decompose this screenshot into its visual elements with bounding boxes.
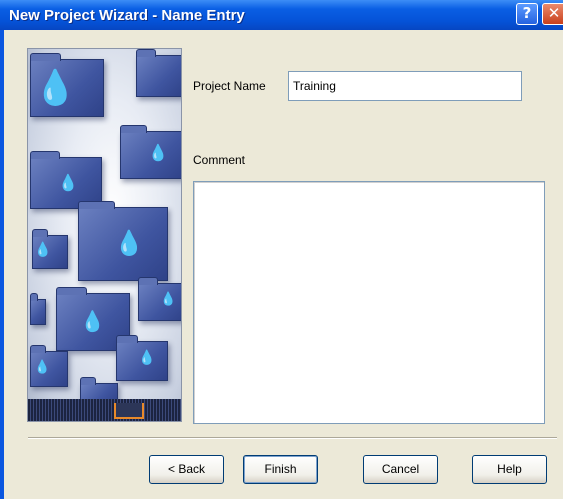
illustration-bar <box>28 399 181 421</box>
comment-label: Comment <box>193 153 246 167</box>
question-icon: ? <box>522 4 532 22</box>
wizard-illustration: 💧 💧 💧 💧 💧 💧 💧 💧 💧 <box>27 48 182 422</box>
cancel-button[interactable]: Cancel <box>363 455 438 484</box>
project-name-input[interactable] <box>288 71 522 101</box>
folder-graphic <box>30 293 46 325</box>
button-separator <box>28 437 557 439</box>
drop-graphic: 💧 <box>58 173 78 192</box>
drop-graphic: 💧 <box>80 309 105 333</box>
illustration-bracket <box>114 403 144 419</box>
help-title-button[interactable]: ? <box>516 3 538 25</box>
back-button[interactable]: < Back <box>149 455 224 484</box>
drop-graphic: 💧 <box>114 229 144 257</box>
comment-textarea[interactable] <box>193 181 545 424</box>
help-button[interactable]: Help <box>472 455 547 484</box>
drop-graphic: 💧 <box>160 292 177 307</box>
drop-graphic: 💧 <box>148 143 168 162</box>
drop-graphic: 💧 <box>138 350 156 366</box>
close-icon: ✕ <box>547 4 561 22</box>
window-title: New Project Wizard - Name Entry <box>9 7 245 24</box>
finish-button[interactable]: Finish <box>243 455 318 484</box>
wizard-window: New Project Wizard - Name Entry ? ✕ 💧 💧 … <box>0 0 563 499</box>
window-left-border <box>0 0 4 499</box>
drop-graphic: 💧 <box>34 360 51 375</box>
drop-graphic: 💧 <box>34 242 52 258</box>
drop-graphic: 💧 <box>34 68 77 108</box>
title-bar[interactable]: New Project Wizard - Name Entry ? ✕ <box>0 0 563 30</box>
folder-graphic <box>136 49 181 97</box>
close-button[interactable]: ✕ <box>542 3 563 25</box>
project-name-label: Project Name <box>193 79 266 93</box>
